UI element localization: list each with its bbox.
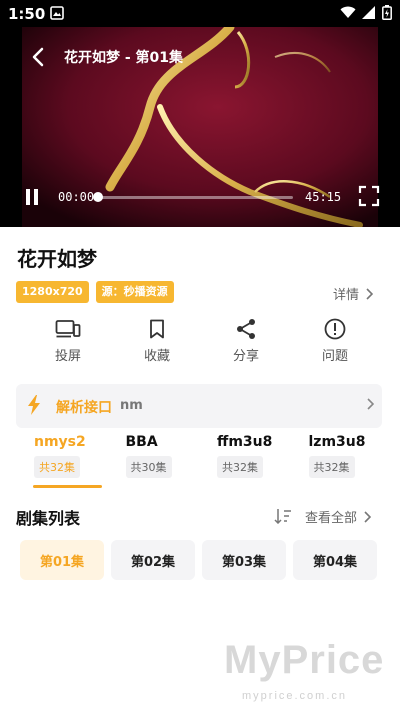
back-icon[interactable] xyxy=(28,46,50,68)
status-right-icons xyxy=(340,5,392,20)
cast-label: 投屏 xyxy=(54,349,81,364)
detail-label: 详情 xyxy=(333,288,360,303)
video-player[interactable]: 1:50 花开如梦 - 第01集 00:00 45:15 xyxy=(0,0,400,227)
status-time: 1:50 xyxy=(8,5,46,23)
active-tab-indicator xyxy=(33,485,102,488)
watermark: MyPrice myprice.com.cn xyxy=(224,638,400,711)
share-icon xyxy=(233,318,259,340)
episode-button[interactable]: 第03集 xyxy=(202,540,286,580)
show-title: 花开如梦 xyxy=(17,247,97,271)
pause-icon[interactable] xyxy=(24,188,40,206)
share-button[interactable]: 分享 xyxy=(202,318,290,368)
source-badge: 源：秒播资源 xyxy=(95,281,174,303)
source-tab-lzm3u8[interactable]: lzm3u8 共32集 xyxy=(291,434,379,489)
total-time: 45:15 xyxy=(305,190,342,204)
episode-button[interactable]: 第02集 xyxy=(111,540,195,580)
status-bar: 1:50 xyxy=(0,0,400,27)
alert-icon xyxy=(322,318,348,340)
cast-button[interactable]: 投屏 xyxy=(24,318,112,368)
view-all-label: 查看全部 xyxy=(305,511,358,526)
view-all-link[interactable]: 查看全部 xyxy=(305,507,372,526)
source-tab-nmys2[interactable]: nmys2 共32集 xyxy=(16,434,104,489)
player-title: 花开如梦 - 第01集 xyxy=(64,50,184,66)
source-tab-bba[interactable]: BBA 共30集 xyxy=(108,434,196,489)
progress-thumb[interactable] xyxy=(93,192,103,202)
watermark-url: myprice.com.cn xyxy=(242,690,348,702)
fullscreen-icon[interactable] xyxy=(358,185,380,207)
share-label: 分享 xyxy=(232,349,259,364)
episode-list: 第01集 第02集 第03集 第04集 xyxy=(20,540,380,580)
parse-label: 解析接口 xyxy=(56,400,112,416)
watermark-brand: MyPrice xyxy=(224,638,385,682)
source-name: ffm3u8 xyxy=(217,434,273,450)
lightning-icon xyxy=(28,395,40,415)
parse-value: nm xyxy=(120,398,143,413)
favorite-label: 收藏 xyxy=(143,349,170,364)
report-button[interactable]: 问题 xyxy=(291,318,379,368)
progress-slider[interactable] xyxy=(93,192,293,202)
battery-icon xyxy=(382,5,392,20)
episode-button[interactable]: 第04集 xyxy=(293,540,377,580)
source-tabs: nmys2 共32集 BBA 共30集 ffm3u8 共32集 lzm3u8 共… xyxy=(16,434,382,489)
sort-icon[interactable] xyxy=(274,508,292,524)
resolution-badge: 1280x720 xyxy=(16,281,89,303)
source-episode-count: 共30集 xyxy=(125,456,172,478)
current-time: 00:00 xyxy=(58,190,95,204)
source-episode-count: 共32集 xyxy=(308,456,355,478)
badge-row: 1280x720 源：秒播资源 xyxy=(16,281,174,303)
source-name: lzm3u8 xyxy=(308,434,366,450)
source-episode-count: 共32集 xyxy=(217,456,263,478)
cast-icon xyxy=(55,318,81,340)
report-label: 问题 xyxy=(321,349,348,364)
episode-button[interactable]: 第01集 xyxy=(20,540,104,580)
source-name: nmys2 xyxy=(34,434,86,450)
chevron-right-icon xyxy=(364,510,372,523)
action-bar: 投屏 收藏 分享 问题 xyxy=(24,318,379,368)
source-name: BBA xyxy=(125,434,158,450)
bookmark-icon xyxy=(144,318,170,340)
source-episode-count: 共32集 xyxy=(34,456,80,478)
signal-icon xyxy=(362,6,375,19)
episodes-title: 剧集列表 xyxy=(16,509,81,528)
gallery-notification-icon xyxy=(50,6,64,24)
player-top-bar: 花开如梦 - 第01集 xyxy=(0,42,400,72)
favorite-button[interactable]: 收藏 xyxy=(113,318,201,368)
wifi-icon xyxy=(340,6,356,18)
source-tab-ffm3u8[interactable]: ffm3u8 共32集 xyxy=(199,434,287,489)
parse-interface-row[interactable]: 解析接口 nm xyxy=(16,384,382,428)
chevron-right-icon xyxy=(366,287,374,300)
episodes-header: 剧集列表 查看全部 xyxy=(16,505,382,529)
detail-link[interactable]: 详情 xyxy=(333,284,374,303)
player-controls: 00:00 45:15 xyxy=(0,182,400,212)
chevron-right-icon xyxy=(367,398,374,410)
